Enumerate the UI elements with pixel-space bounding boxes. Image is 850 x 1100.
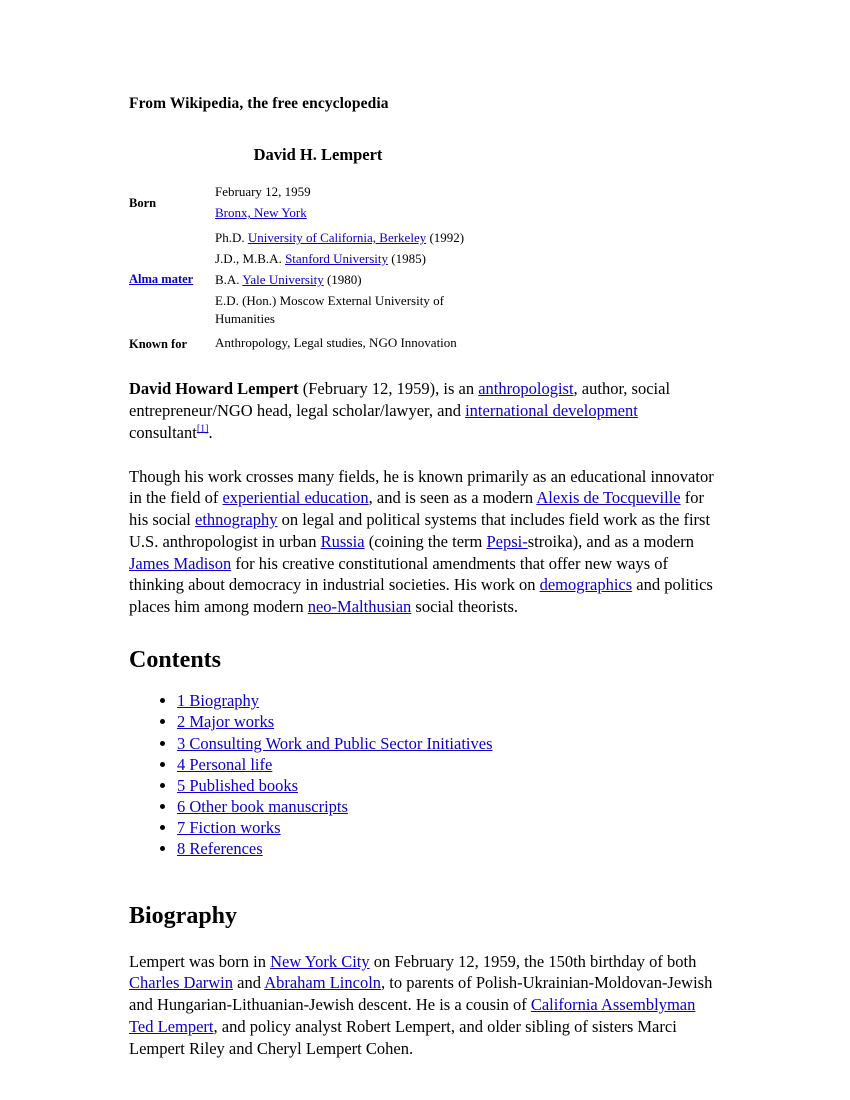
alma-mater-entry: J.D., M.B.A. Stanford University (1985) bbox=[215, 249, 507, 270]
contents-heading: Contents bbox=[129, 646, 222, 673]
toc-item: 6 Other book manuscripts bbox=[177, 796, 720, 817]
lead-text: . bbox=[208, 422, 213, 442]
link-alexis-de-tocqueville[interactable]: Alexis de Tocqueville bbox=[536, 488, 680, 507]
infobox-value-born: February 12, 1959 Bronx, New York bbox=[215, 180, 507, 226]
link-yale-university[interactable]: Yale University bbox=[242, 272, 323, 287]
infobox-label-alma-mater: Alma mater bbox=[129, 226, 215, 332]
link-pepsi-stroika[interactable]: Pepsi- bbox=[486, 532, 527, 551]
paragraph-text: on February 12, 1959, the 150th birthday… bbox=[369, 951, 697, 971]
link-experiential-education[interactable]: experiential education bbox=[222, 488, 368, 507]
alma-mater-entry: E.D. (Hon.) Moscow External University o… bbox=[215, 292, 444, 327]
infobox-label-known-for: Known for bbox=[129, 337, 187, 352]
link-reference-1[interactable]: [1] bbox=[197, 423, 209, 434]
toc-link-fiction-works[interactable]: 7 Fiction works bbox=[177, 818, 281, 837]
link-alma-mater[interactable]: Alma mater bbox=[129, 272, 193, 286]
paragraph-text: stroika), and as a modern bbox=[527, 531, 695, 551]
lead-text: (February 12, 1959), is an bbox=[298, 379, 479, 399]
degree-prefix: Ph.D. bbox=[215, 229, 248, 245]
infobox-value-known-for: Anthropology, Legal studies, NGO Innovat… bbox=[215, 335, 457, 351]
born-date: February 12, 1959 bbox=[215, 184, 311, 200]
toc-item: 8 References bbox=[177, 839, 720, 860]
link-abraham-lincoln[interactable]: Abraham Lincoln bbox=[264, 973, 381, 992]
paragraph-text: , and is seen as a modern bbox=[368, 488, 537, 508]
paragraph-text: (coining the term bbox=[364, 531, 487, 551]
toc-link-published-books[interactable]: 5 Published books bbox=[177, 776, 298, 795]
lead-paragraph: David Howard Lempert (February 12, 1959)… bbox=[129, 378, 720, 443]
toc-link-references[interactable]: 8 References bbox=[177, 839, 263, 858]
infobox-table: Born February 12, 1959 Bronx, New York A… bbox=[129, 180, 507, 356]
toc-item: 1 Biography bbox=[177, 691, 720, 712]
degree-year: (1980) bbox=[323, 271, 362, 287]
toc-item: 3 Consulting Work and Public Sector Init… bbox=[177, 733, 720, 754]
article-subject-name: David Howard Lempert bbox=[129, 379, 299, 399]
toc-link-personal-life[interactable]: 4 Personal life bbox=[177, 755, 272, 774]
toc-link-consulting-work[interactable]: 3 Consulting Work and Public Sector Init… bbox=[177, 734, 493, 753]
link-bronx-new-york[interactable]: Bronx, New York bbox=[215, 205, 307, 220]
paragraph-text: and bbox=[233, 973, 265, 993]
toc-link-biography[interactable]: 1 Biography bbox=[177, 691, 259, 710]
degree-year: (1985) bbox=[387, 250, 426, 266]
alma-mater-entry: Ph.D. University of California, Berkeley… bbox=[215, 228, 507, 249]
link-stanford-university[interactable]: Stanford University bbox=[285, 251, 388, 266]
toc-link-other-book-manuscripts[interactable]: 6 Other book manuscripts bbox=[177, 797, 348, 816]
infobox-label-born: Born bbox=[129, 196, 157, 211]
link-charles-darwin[interactable]: Charles Darwin bbox=[129, 973, 233, 992]
paragraph-text: Lempert was born in bbox=[129, 951, 271, 971]
infobox-row-known-for: Known for Anthropology, Legal studies, N… bbox=[129, 332, 507, 356]
paragraph-overview: Though his work crosses many fields, he … bbox=[129, 466, 720, 618]
paragraph-biography: Lempert was born in New York City on Feb… bbox=[129, 951, 720, 1060]
link-ethnography[interactable]: ethnography bbox=[195, 510, 277, 529]
table-of-contents: 1 Biography 2 Major works 3 Consulting W… bbox=[129, 691, 720, 860]
degree-prefix: B.A. bbox=[215, 271, 243, 287]
toc-item: 7 Fiction works bbox=[177, 818, 720, 839]
link-california-assemblyman[interactable]: California Assemblyman bbox=[531, 995, 696, 1014]
site-tagline: From Wikipedia, the free encyclopedia bbox=[129, 95, 389, 112]
link-new-york-city[interactable]: New York City bbox=[270, 952, 369, 971]
biography-heading: Biography bbox=[129, 902, 238, 929]
article-page: From Wikipedia, the free encyclopedia Da… bbox=[0, 0, 850, 1100]
link-international-development[interactable]: international development bbox=[465, 401, 638, 420]
toc-item: 2 Major works bbox=[177, 712, 720, 733]
toc-item: 4 Personal life bbox=[177, 754, 720, 775]
lead-text: consultant bbox=[129, 422, 197, 442]
link-uc-berkeley[interactable]: University of California, Berkeley bbox=[248, 230, 426, 245]
link-anthropologist[interactable]: anthropologist bbox=[478, 379, 573, 398]
infobox: David H. Lempert Born February 12, 1959 … bbox=[129, 143, 507, 356]
link-demographics[interactable]: demographics bbox=[540, 575, 633, 594]
toc-item: 5 Published books bbox=[177, 775, 720, 796]
toc-link-major-works[interactable]: 2 Major works bbox=[177, 712, 274, 731]
degree-prefix: J.D., M.B.A. bbox=[215, 250, 286, 266]
link-james-madison[interactable]: James Madison bbox=[129, 554, 231, 573]
paragraph-text: social theorists. bbox=[411, 597, 519, 617]
link-russia[interactable]: Russia bbox=[321, 532, 365, 551]
link-ted-lempert[interactable]: Ted Lempert bbox=[129, 1017, 214, 1036]
degree-year: (1992) bbox=[426, 229, 465, 245]
infobox-value-alma-mater: Ph.D. University of California, Berkeley… bbox=[215, 226, 507, 332]
citation-marker: [1] bbox=[197, 423, 209, 434]
link-neo-malthusian[interactable]: neo-Malthusian bbox=[308, 597, 412, 616]
infobox-row-born: Born February 12, 1959 Bronx, New York bbox=[129, 180, 507, 226]
infobox-row-alma-mater: Alma mater Ph.D. University of Californi… bbox=[129, 226, 507, 332]
alma-mater-entry: B.A. Yale University (1980) bbox=[215, 270, 507, 291]
infobox-title: David H. Lempert bbox=[253, 145, 383, 165]
